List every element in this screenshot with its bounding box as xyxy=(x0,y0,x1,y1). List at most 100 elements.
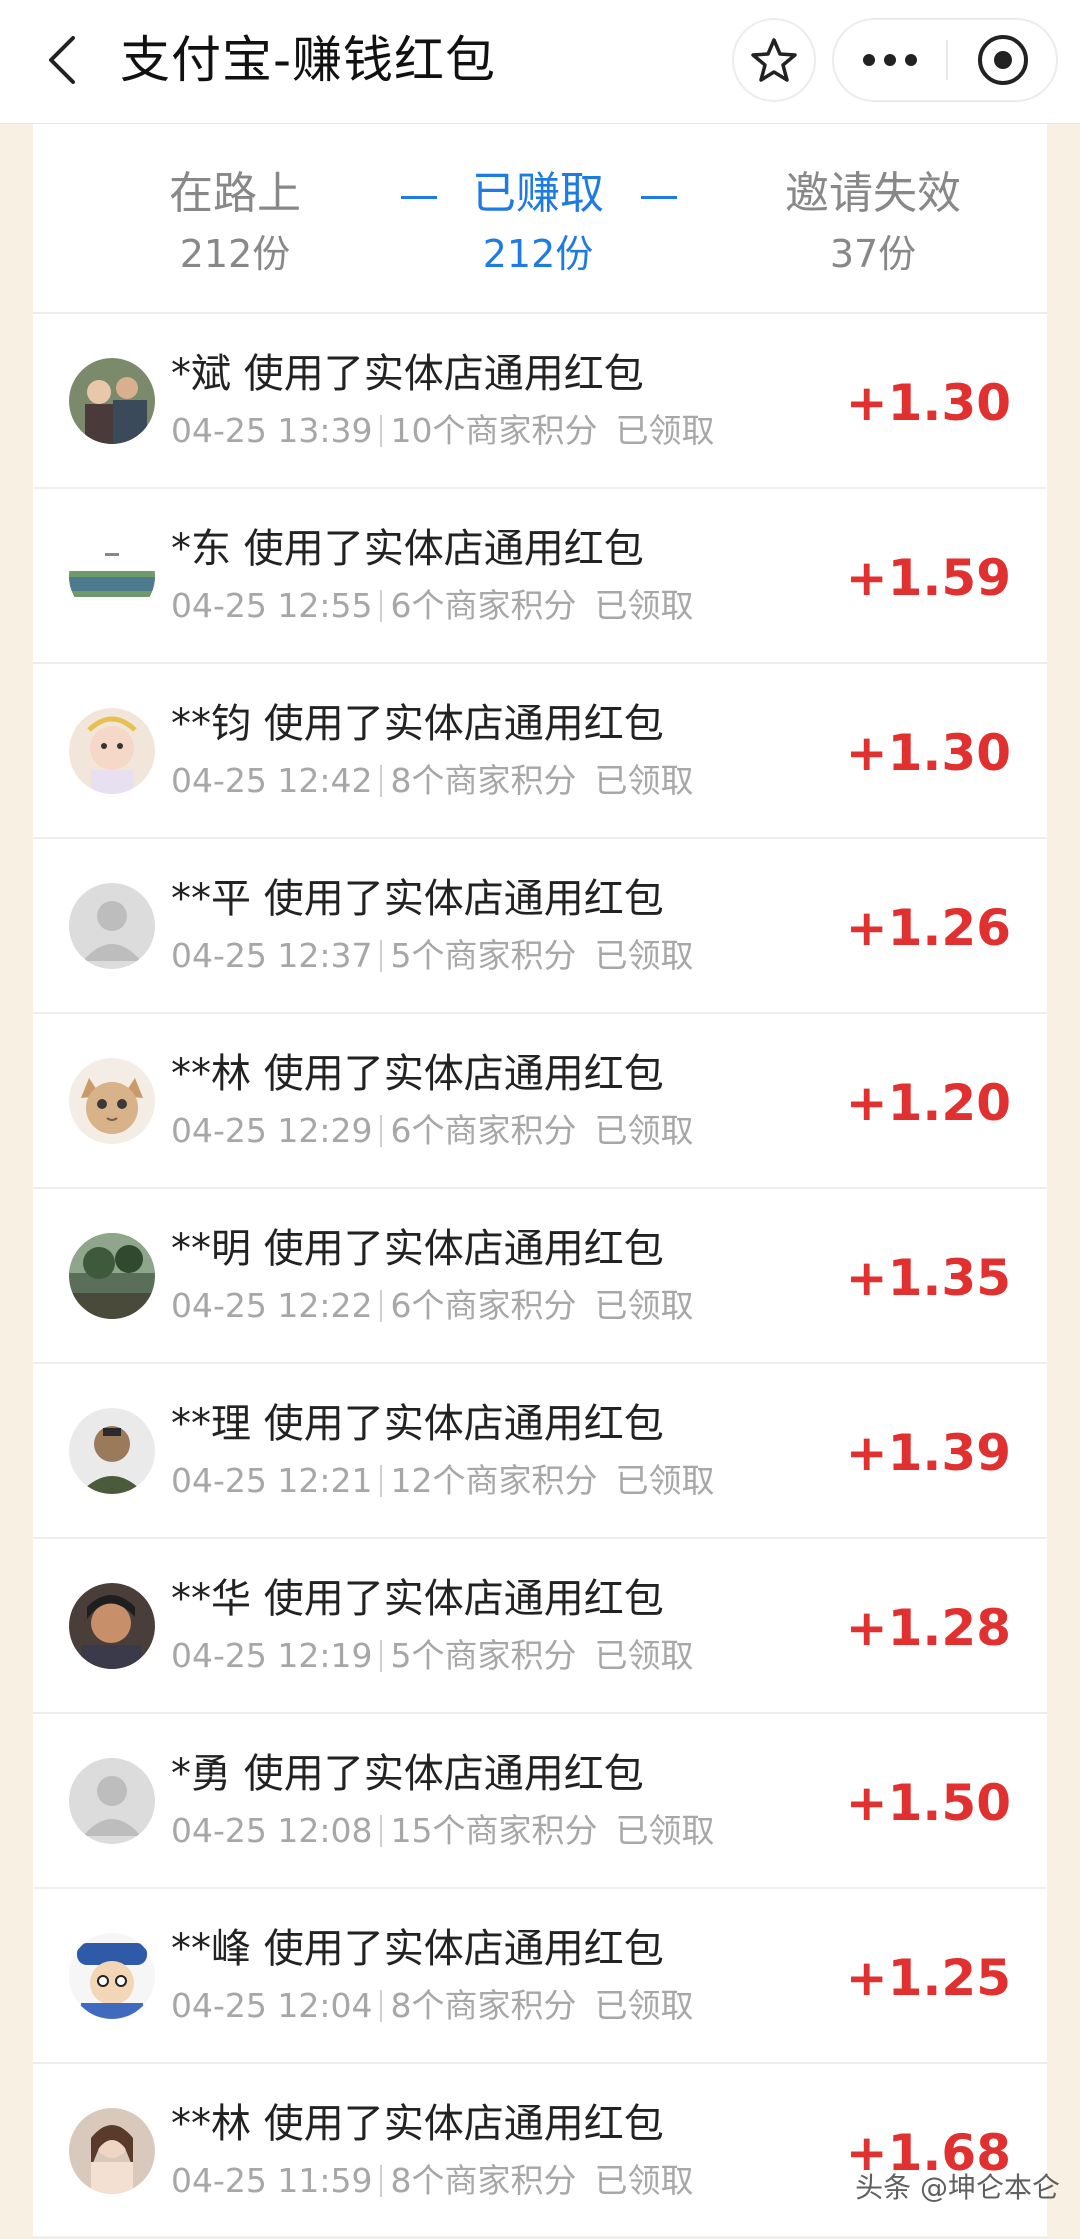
more-dots-icon xyxy=(862,53,918,67)
item-meta: 04-25 12:226个商家积分已领取 xyxy=(171,1281,693,1331)
item-title: **林 使用了实体店通用红包 xyxy=(171,2096,664,2152)
item-amount: +1.35 xyxy=(846,1243,1011,1313)
item-time: 04-25 12:55 xyxy=(171,586,372,625)
tab-label: 已赚取 xyxy=(388,164,688,224)
avatar xyxy=(69,1408,155,1494)
list-item[interactable]: *斌 使用了实体店通用红包04-25 13:3910个商家积分已领取+1.30 xyxy=(33,314,1047,489)
item-amount: +1.26 xyxy=(846,893,1011,963)
favorite-button[interactable] xyxy=(732,18,816,102)
list-item[interactable]: **林 使用了实体店通用红包04-25 11:598个商家积分已领取+1.68 xyxy=(33,2064,1047,2239)
avatar xyxy=(69,708,155,794)
tab-count: 212份 xyxy=(388,226,688,282)
list-item[interactable]: **林 使用了实体店通用红包04-25 12:296个商家积分已领取+1.20 xyxy=(33,1014,1047,1189)
item-status: 已领取 xyxy=(594,761,693,800)
list-item[interactable]: *勇 使用了实体店通用红包 04-25 12:08 15个商家积分已领取 +1.50 xyxy=(33,1714,1047,1889)
item-points: 6个商家积分 xyxy=(390,1286,576,1325)
item-time: 04-25 12:22 xyxy=(171,1286,372,1325)
tab-count: 212份 xyxy=(85,226,385,282)
item-status: 已领取 xyxy=(594,1986,693,2025)
item-points: 12个商家积分 xyxy=(390,1461,597,1500)
avatar xyxy=(69,1758,155,1844)
list-item[interactable]: **平 使用了实体店通用红包 04-25 12:37 5个商家积分已领取 +1.26 xyxy=(33,839,1047,1014)
meta-divider xyxy=(380,940,382,972)
item-amount: +1.25 xyxy=(846,1943,1011,2013)
item-status: 已领取 xyxy=(615,1811,714,1850)
item-time: 04-25 12:04 xyxy=(171,1986,372,2025)
meta-divider xyxy=(380,1990,382,2022)
item-points: 5个商家积分 xyxy=(390,936,576,975)
item-points: 6个商家积分 xyxy=(390,1111,576,1150)
item-meta: 04-25 12:04 8个商家积分已领取 xyxy=(171,1981,693,2031)
item-title: *斌 使用了实体店通用红包 xyxy=(171,346,644,402)
list-item[interactable]: **华 使用了实体店通用红包 04-25 12:19 5个商家积分已领取 +1.28 xyxy=(33,1539,1047,1714)
page-title: 支付宝-赚钱红包 xyxy=(120,22,496,98)
item-time: 04-25 12:08 xyxy=(171,1811,372,1850)
item-title: **峰 使用了实体店通用红包 xyxy=(171,1921,664,1977)
list-item[interactable]: **钧 使用了实体店通用红包04-25 12:428个商家积分已领取+1.30 xyxy=(33,664,1047,839)
item-title: **林 使用了实体店通用红包 xyxy=(171,1046,664,1102)
item-time: 04-25 13:39 xyxy=(171,411,372,450)
avatar xyxy=(69,533,155,619)
item-meta: 04-25 12:296个商家积分已领取 xyxy=(171,1106,693,1156)
tab-on-the-way[interactable]: 在路上 212份 xyxy=(85,164,385,282)
meta-divider xyxy=(380,1815,382,1847)
meta-divider xyxy=(380,415,382,447)
item-title: *勇 使用了实体店通用红包 xyxy=(171,1746,644,1802)
item-meta: 04-25 12:428个商家积分已领取 xyxy=(171,756,693,806)
tab-invite-expired[interactable]: 邀请失效 37份 xyxy=(723,164,1023,282)
item-title: *东 使用了实体店通用红包 xyxy=(171,521,644,577)
item-status: 已领取 xyxy=(594,1636,693,1675)
item-title: **华 使用了实体店通用红包 xyxy=(171,1571,664,1627)
item-meta: 04-25 12:55 6个商家积分已领取 xyxy=(171,581,693,631)
item-amount: +1.30 xyxy=(846,368,1011,438)
list-item[interactable]: *东 使用了实体店通用红包 04-25 12:55 6个商家积分已领取 +1.59 xyxy=(33,489,1047,664)
item-time: 04-25 12:21 xyxy=(171,1461,372,1500)
earnings-card: 在路上 212份 已赚取 212份 邀请失效 37份 *斌 使用了实体店通用红包… xyxy=(33,124,1047,2236)
item-meta: 04-25 11:598个商家积分已领取 xyxy=(171,2156,693,2206)
item-amount: +1.59 xyxy=(846,543,1011,613)
meta-divider xyxy=(380,765,382,797)
item-meta: 04-25 12:19 5个商家积分已领取 xyxy=(171,1631,693,1681)
item-time: 04-25 12:37 xyxy=(171,936,372,975)
item-title: **钧 使用了实体店通用红包 xyxy=(171,696,664,752)
item-status: 已领取 xyxy=(594,936,693,975)
more-button[interactable] xyxy=(834,20,946,100)
item-title: **明 使用了实体店通用红包 xyxy=(171,1221,664,1277)
item-title: **平 使用了实体店通用红包 xyxy=(171,871,664,927)
close-button[interactable] xyxy=(948,20,1058,100)
avatar xyxy=(69,2108,155,2194)
item-amount: +1.50 xyxy=(846,1768,1011,1838)
item-amount: +1.39 xyxy=(846,1418,1011,1488)
item-points: 5个商家积分 xyxy=(390,1636,576,1675)
item-status: 已领取 xyxy=(594,586,693,625)
target-circle-icon xyxy=(976,33,1030,87)
avatar xyxy=(69,1583,155,1669)
tab-earned[interactable]: 已赚取 212份 xyxy=(388,164,688,282)
avatar xyxy=(69,1233,155,1319)
item-meta: 04-25 12:08 15个商家积分已领取 xyxy=(171,1806,714,1856)
list-item[interactable]: **明 使用了实体店通用红包04-25 12:226个商家积分已领取+1.35 xyxy=(33,1189,1047,1364)
top-bar: 支付宝-赚钱红包 xyxy=(0,0,1080,124)
item-points: 10个商家积分 xyxy=(390,411,597,450)
item-points: 8个商家积分 xyxy=(390,1986,576,2025)
item-meta: 04-25 12:37 5个商家积分已领取 xyxy=(171,931,693,981)
chevron-left-icon xyxy=(47,35,77,85)
item-time: 04-25 12:19 xyxy=(171,1636,372,1675)
item-meta: 04-25 13:3910个商家积分已领取 xyxy=(171,406,714,456)
item-points: 15个商家积分 xyxy=(390,1811,597,1850)
active-tab-dash-right xyxy=(641,196,677,199)
tab-label: 在路上 xyxy=(85,164,385,224)
item-points: 6个商家积分 xyxy=(390,586,576,625)
item-points: 8个商家积分 xyxy=(390,2161,576,2200)
avatar xyxy=(69,358,155,444)
item-time: 04-25 12:29 xyxy=(171,1111,372,1150)
meta-divider xyxy=(380,590,382,622)
mini-program-capsule xyxy=(832,18,1058,102)
avatar xyxy=(69,1933,155,2019)
list-item[interactable]: **峰 使用了实体店通用红包 04-25 12:04 8个商家积分已领取 +1.25 xyxy=(33,1889,1047,2064)
list-item[interactable]: **理 使用了实体店通用红包04-25 12:2112个商家积分已领取+1.39 xyxy=(33,1364,1047,1539)
back-button[interactable] xyxy=(38,30,86,90)
item-amount: +1.28 xyxy=(846,1593,1011,1663)
item-title: **理 使用了实体店通用红包 xyxy=(171,1396,664,1452)
tab-bar: 在路上 212份 已赚取 212份 邀请失效 37份 xyxy=(33,124,1047,314)
